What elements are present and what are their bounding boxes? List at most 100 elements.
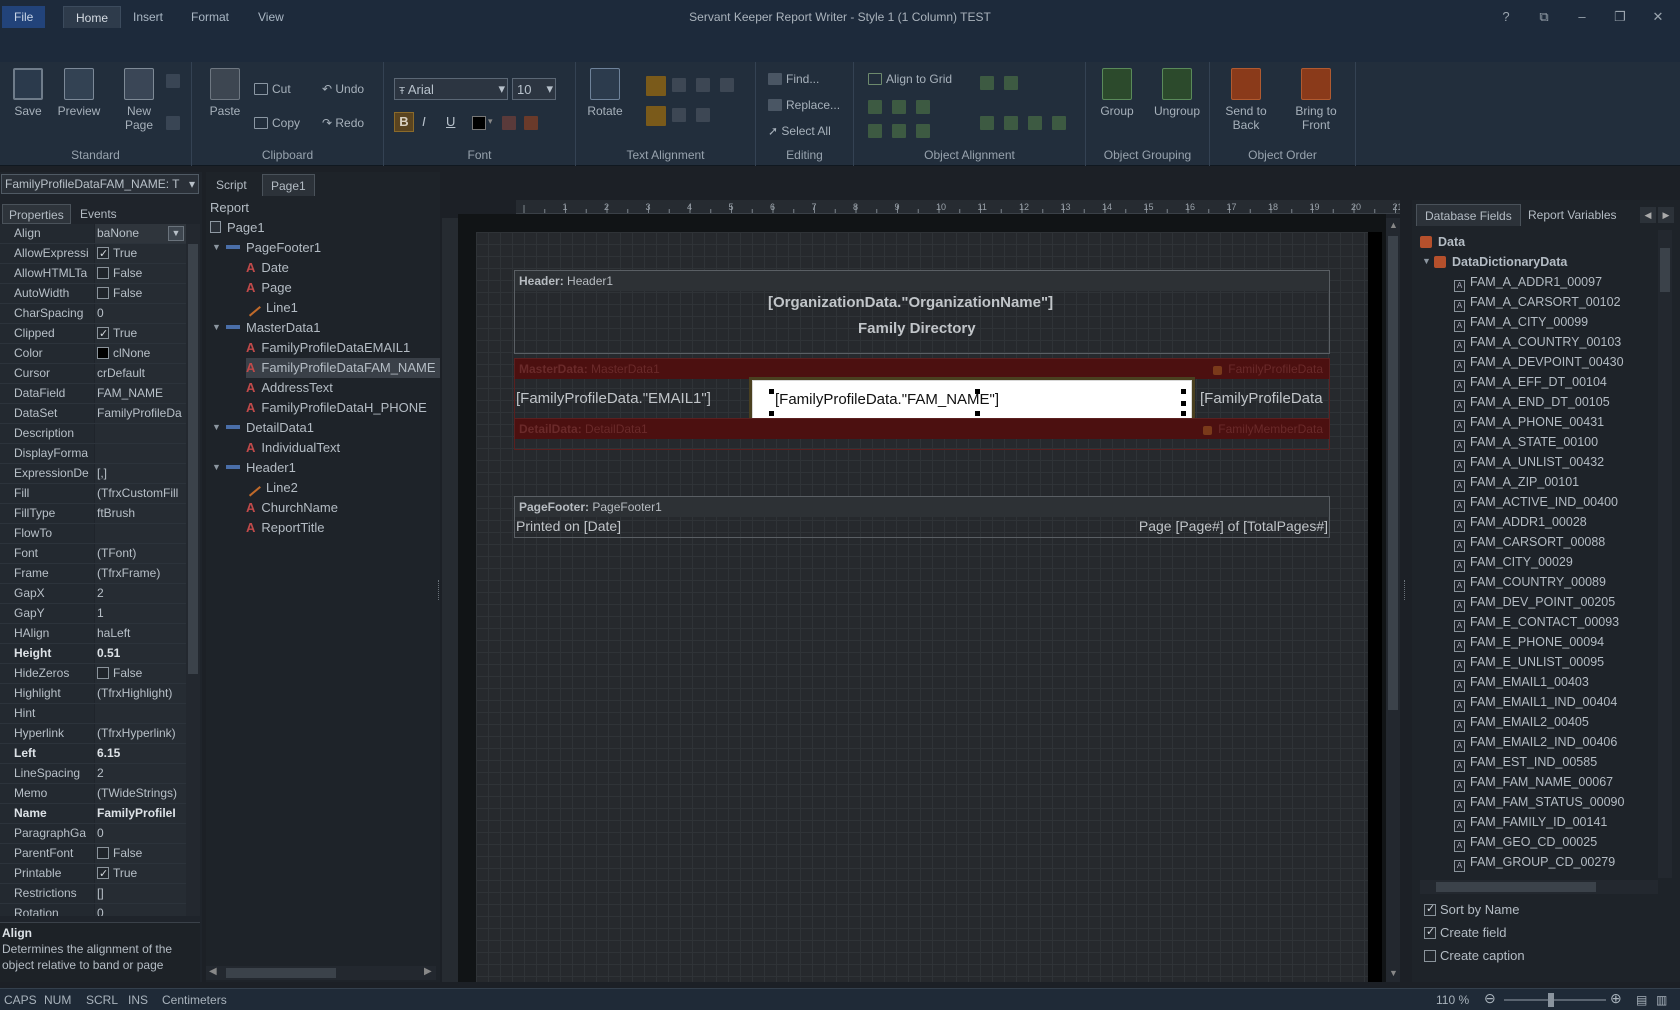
font-family-combo[interactable]: Ŧ Arial ▾	[394, 78, 508, 100]
checkbox[interactable]	[97, 245, 109, 263]
tab-view[interactable]: View	[246, 6, 296, 28]
zoom-slider-thumb[interactable]	[1548, 993, 1554, 1007]
db-field-item[interactable]: A FAM_A_END_DT_00105	[1454, 392, 1610, 412]
preview-button[interactable]: Preview	[54, 68, 104, 118]
tab-script[interactable]: Script	[208, 174, 255, 196]
rotate-button[interactable]: Rotate	[580, 68, 630, 118]
scroll-right-icon[interactable]: ▶	[424, 966, 432, 977]
find-button[interactable]: Find...	[768, 72, 819, 86]
database-hscroll-thumb[interactable]	[1436, 882, 1596, 892]
db-field-item[interactable]: A FAM_EMAIL1_IND_00404	[1454, 692, 1617, 712]
prop-row[interactable]: +Restrictions[]	[0, 884, 186, 904]
valign-top-icon[interactable]	[646, 106, 666, 126]
chevron-down-icon[interactable]: ▼	[168, 226, 184, 241]
tree-node-masterdata1[interactable]: MasterData1	[226, 318, 320, 338]
tab-database-fields[interactable]: Database Fields	[1416, 204, 1521, 226]
cut-button[interactable]: Cut	[254, 82, 291, 96]
db-field-item[interactable]: A FAM_A_DEVPOINT_00430	[1454, 352, 1624, 372]
checkbox[interactable]	[1424, 902, 1436, 916]
checkbox[interactable]	[97, 865, 109, 883]
prop-row[interactable]: PrintableTrue	[0, 864, 186, 884]
prop-row[interactable]: Name FamilyProfileI	[0, 804, 186, 824]
db-node-dictionary[interactable]: DataDictionaryData	[1434, 252, 1567, 272]
page-zoom-icon[interactable]	[166, 116, 180, 130]
prop-row[interactable]: AllowHTMLTa False	[0, 264, 186, 284]
selected-fam-name-field[interactable]: [FamilyProfileData."FAM_NAME"]	[752, 380, 1192, 420]
page-settings-icon[interactable]	[166, 74, 180, 88]
email-field[interactable]: [FamilyProfileData."EMAIL1"]	[516, 390, 711, 407]
prop-row[interactable]: FillType ftBrush	[0, 504, 186, 524]
align-bottoms-icon[interactable]	[916, 124, 930, 138]
db-field-item[interactable]: A FAM_DEV_POINT_00205	[1454, 592, 1615, 612]
tree-node-phone[interactable]: A FamilyProfileDataH_PHONE	[246, 398, 427, 418]
splitter-handle[interactable]	[1404, 580, 1408, 600]
view-page-icon[interactable]: ▤	[1636, 993, 1647, 1007]
db-field-item[interactable]: A FAM_E_PHONE_00094	[1454, 632, 1604, 652]
copy-button[interactable]: Copy	[254, 116, 300, 130]
db-field-item[interactable]: A FAM_GEO_CD_00025	[1454, 832, 1597, 852]
send-to-back-button[interactable]: Send to Back	[1216, 68, 1276, 132]
tree-node-header1[interactable]: Header1	[226, 458, 296, 478]
checkbox[interactable]	[1424, 950, 1436, 962]
prop-row[interactable]: HAlign haLeft	[0, 624, 186, 644]
db-field-item[interactable]: A FAM_CITY_00029	[1454, 552, 1573, 572]
phone-field[interactable]: [FamilyProfileData	[1200, 390, 1326, 407]
align-center-icon[interactable]	[672, 78, 686, 92]
save-button[interactable]: Save	[8, 68, 48, 118]
collapse-icon[interactable]: ▼	[1422, 256, 1431, 266]
paste-button[interactable]: Paste	[206, 68, 244, 118]
db-field-item[interactable]: A FAM_EMAIL1_00403	[1454, 672, 1589, 692]
same-height-icon[interactable]	[1052, 116, 1066, 130]
sort-by-name-option[interactable]: Sort by Name	[1424, 902, 1519, 917]
printed-on-field[interactable]: Printed on [Date]	[516, 518, 621, 534]
select-all-button[interactable]: ➚ Select All	[768, 124, 831, 138]
prop-row[interactable]: ParagraphGa 0	[0, 824, 186, 844]
prop-row[interactable]: +Highlight(TfrxHighlight)	[0, 684, 186, 704]
bring-to-front-button[interactable]: Bring to Front	[1284, 68, 1348, 132]
prop-row[interactable]: Hint	[0, 704, 186, 724]
redo-button[interactable]: ↷ Redo	[322, 116, 364, 130]
align-centers-icon[interactable]	[892, 100, 906, 114]
align-rights-icon[interactable]	[916, 100, 930, 114]
align-tops-icon[interactable]	[868, 124, 882, 138]
db-field-item[interactable]: A FAM_COUNTRY_00089	[1454, 572, 1606, 592]
scroll-down-icon[interactable]: ▼	[1389, 968, 1398, 978]
db-field-item[interactable]: A FAM_FAM_NAME_00067	[1454, 772, 1613, 792]
prop-row[interactable]: ParentFont False	[0, 844, 186, 864]
report-title-field[interactable]: Family Directory	[858, 320, 976, 337]
resize-handle[interactable]	[1181, 401, 1186, 406]
valign-center-icon[interactable]	[672, 108, 686, 122]
tree-node-fam-name[interactable]: A FamilyProfileDataFAM_NAME	[246, 358, 440, 378]
db-field-item[interactable]: A FAM_A_ZIP_00101	[1454, 472, 1579, 492]
db-field-item[interactable]: A FAM_A_STATE_00100	[1454, 432, 1598, 452]
scroll-up-icon[interactable]: ▲	[1389, 220, 1398, 230]
same-width-icon[interactable]	[1028, 116, 1042, 130]
prop-row[interactable]: DataSet FamilyProfileDa	[0, 404, 186, 424]
bold-button[interactable]: B	[394, 112, 414, 132]
checkbox[interactable]	[97, 667, 109, 679]
tab-scroll-right-icon[interactable]: ▶	[1658, 207, 1674, 223]
db-field-item[interactable]: A FAM_FAMILY_ID_00141	[1454, 812, 1607, 832]
justify-icon[interactable]	[720, 78, 734, 92]
prop-row[interactable]: +Frame(TfrxFrame)	[0, 564, 186, 584]
db-field-item[interactable]: A FAM_GROUP_CD_00279	[1454, 852, 1615, 872]
tab-file[interactable]: File	[2, 6, 46, 28]
prop-row[interactable]: +DisplayForma	[0, 444, 186, 464]
tree-node-detaildata1[interactable]: DetailData1	[226, 418, 314, 438]
organization-name-field[interactable]: [OrganizationData."OrganizationName"]	[768, 294, 1053, 311]
prop-row[interactable]: FlowTo	[0, 524, 186, 544]
collapse-icon[interactable]: ▼	[212, 322, 221, 332]
prop-row[interactable]: Description	[0, 424, 186, 444]
prop-row[interactable]: Color clNone	[0, 344, 186, 364]
tree-node-church[interactable]: A ChurchName	[246, 498, 338, 518]
help-icon[interactable]: ?	[1494, 6, 1518, 28]
create-field-option[interactable]: Create field	[1424, 925, 1506, 940]
resize-handle[interactable]	[769, 411, 774, 416]
prop-row[interactable]: Rotation 0	[0, 904, 186, 916]
valign-bottom-icon[interactable]	[696, 108, 710, 122]
prop-row[interactable]: Align baNone ▼	[0, 224, 186, 244]
space-h-icon[interactable]	[980, 116, 994, 130]
view-full-icon[interactable]: ▥	[1656, 993, 1667, 1007]
prop-row[interactable]: AllowExpressiTrue	[0, 244, 186, 264]
db-field-item[interactable]: A FAM_EST_IND_00585	[1454, 752, 1597, 772]
